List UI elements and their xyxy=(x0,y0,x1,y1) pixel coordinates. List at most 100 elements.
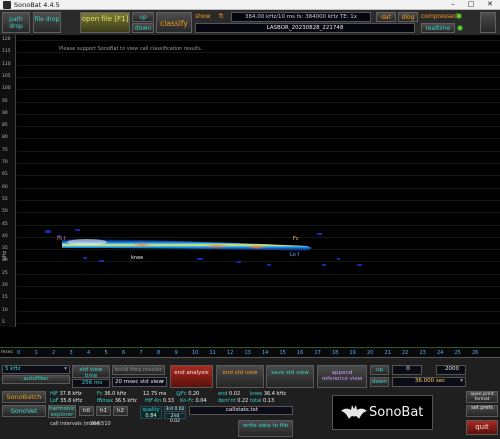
knee-readout: knee 36.4 kHz xyxy=(250,391,286,397)
h1-button[interactable]: h1 xyxy=(96,406,111,416)
time-tick-label: 20 xyxy=(367,350,374,356)
frequency-tick-label: 90 xyxy=(2,110,8,116)
open-print-format-button[interactable]: open print format xyxy=(466,391,498,403)
sonobatch-button[interactable]: SonoBatch xyxy=(2,391,46,403)
frequency-tick-label: 70 xyxy=(2,160,8,165)
realtime-indicator-icon xyxy=(457,25,463,31)
frequency-tick-label: 85 xyxy=(2,123,8,129)
time-tick-label: 21 xyxy=(384,350,391,356)
frequency-tick-label: 10 xyxy=(2,307,8,313)
frequency-tick-label: 100 xyxy=(2,86,11,92)
time-tick-label: 19 xyxy=(349,350,356,356)
time-tick-label: 25 xyxy=(454,350,461,356)
up-button[interactable]: up xyxy=(132,12,154,22)
time-tick-label: 2 xyxy=(52,350,56,356)
spectrogram-plot[interactable]: Please support SonoBat to view call clas… xyxy=(17,35,500,327)
minimize-button[interactable]: – xyxy=(445,0,461,10)
view-down-button[interactable]: down xyxy=(370,377,389,387)
time-tick-label: 17 xyxy=(314,350,321,356)
time-tick-label: 7 xyxy=(139,350,143,356)
time-tick-label: 10 xyxy=(192,350,199,356)
frequency-tick-label: 60 xyxy=(2,184,8,190)
frequency-tick-label: 40 xyxy=(2,233,8,239)
sonovet-button[interactable]: SonoVet xyxy=(2,405,46,417)
time-tick-label: 24 xyxy=(437,350,444,356)
dat-button[interactable]: dat xyxy=(376,12,396,22)
frequency-tick-label: 95 xyxy=(2,98,8,104)
logo-text: SonoBat xyxy=(369,405,424,420)
end-readout: end 0.02 xyxy=(218,391,241,397)
time-tick-label: 13 xyxy=(244,350,251,356)
std-view-time-label: std view time xyxy=(72,365,110,379)
autofilter-button[interactable]: autofilter xyxy=(2,375,70,384)
show-label: show xyxy=(195,13,211,20)
maximize-button[interactable]: □ xyxy=(463,0,479,10)
hi-f-marker: Hi f xyxy=(57,236,66,242)
hif-readout: HiF 37.8 kHz xyxy=(50,391,82,397)
realtime-button[interactable]: realtime xyxy=(421,23,455,33)
bat-logo-icon xyxy=(341,405,367,419)
fc-readout: Fc 36.0 kHz xyxy=(97,391,127,397)
time-tick-label: 1 xyxy=(34,350,38,356)
open-file-button[interactable]: open file [F1] xyxy=(80,12,130,33)
time-tick-label: 15 xyxy=(279,350,286,356)
range-end-field[interactable]: 2000 xyxy=(436,365,466,375)
frequency-tick-label: 75 xyxy=(2,147,8,153)
build-freq-master-button[interactable]: build freq master xyxy=(112,365,165,375)
time-tick-label: 14 xyxy=(262,350,269,356)
range-start-field[interactable]: 0 xyxy=(392,365,422,375)
third-cell: 3rd 0.02 xyxy=(164,406,186,412)
time-tick-label: 16 xyxy=(297,350,304,356)
window-title: SonoBat 4.4.5 xyxy=(14,1,60,9)
fc-marker: Fc xyxy=(293,236,299,242)
frequency-tick-label: 65 xyxy=(2,172,8,178)
h0-button[interactable]: h0 xyxy=(79,406,94,416)
view-up-button[interactable]: up xyxy=(370,365,389,375)
duration-select[interactable]: 36.000 sec xyxy=(392,377,466,387)
down-button[interactable]: down xyxy=(132,23,154,33)
write-data-button[interactable]: write data to file xyxy=(238,420,293,437)
knee-marker: knee xyxy=(131,255,144,261)
toolbar-color-button[interactable] xyxy=(480,12,496,33)
std-view-select[interactable]: 20 msec std view xyxy=(112,377,167,387)
dlog-button[interactable]: dlog xyxy=(398,12,418,22)
frequency-tick-label: 115 xyxy=(2,49,11,55)
path-drop-button[interactable]: path drop xyxy=(2,12,30,33)
time-tick-label: 4 xyxy=(87,350,91,356)
dominant-readout: dom'nt 0.22 xyxy=(218,398,249,404)
h2-button[interactable]: h2 xyxy=(113,406,128,416)
time-tick-label: 23 xyxy=(419,350,426,356)
kn-fc-readout: Kn-Fc 0.04 xyxy=(180,398,207,404)
quit-button[interactable]: quit xyxy=(466,420,498,435)
close-button[interactable]: ✕ xyxy=(482,0,498,10)
set-prefs-button[interactable]: set prefs xyxy=(466,405,498,417)
spectrogram-graphic xyxy=(45,229,362,266)
frequency-tick-label: 45 xyxy=(2,221,8,227)
lof-readout: LoF 35.8 kHz xyxy=(50,398,83,404)
time-tick-label: 9 xyxy=(174,350,178,356)
callstats-file-field[interactable]: callstats.txt xyxy=(189,406,293,415)
save-std-view-button[interactable]: save std view xyxy=(266,365,314,388)
app-icon xyxy=(3,1,11,9)
show-value[interactable]: ft xyxy=(219,13,223,20)
freq-scale-select[interactable]: 5 kHz xyxy=(2,365,70,374)
time-tick-label: 6 xyxy=(122,350,126,356)
at-fc-readout: @Fc 0.20 xyxy=(176,391,200,397)
frequency-axis: kHz 120 115 110 105 100 95 90 85 80 75 70 65 60 55 50 4… xyxy=(0,35,16,327)
lo-f-marker: Lo f xyxy=(290,252,300,258)
classify-button[interactable]: classify xyxy=(156,12,192,33)
end-analysis-button[interactable]: end analysis xyxy=(170,365,213,388)
hif-kn-readout: HiF-Kn 0.33 xyxy=(145,398,175,404)
std-view-time-field[interactable]: 256 ms xyxy=(72,379,110,388)
frequency-tick-label: 55 xyxy=(2,196,8,202)
file-drop-button[interactable]: file drop xyxy=(33,12,61,33)
frequency-tick-label: 35 xyxy=(2,246,8,252)
end-std-view-button[interactable]: end std view xyxy=(216,365,264,388)
recording-info: 384.00 kHz/10 ms fs: 384000 kHz TE: 1x xyxy=(231,12,371,22)
frequency-tick-label: 105 xyxy=(2,73,11,79)
time-unit-label: msec xyxy=(1,350,13,355)
append-reference-view-button[interactable]: append reference view xyxy=(317,365,367,388)
harmonic-explorer-button[interactable]: harmonic explorer xyxy=(48,405,76,418)
frequency-tick-label: 25 xyxy=(2,270,8,276)
time-tick-label: 5 xyxy=(104,350,108,356)
